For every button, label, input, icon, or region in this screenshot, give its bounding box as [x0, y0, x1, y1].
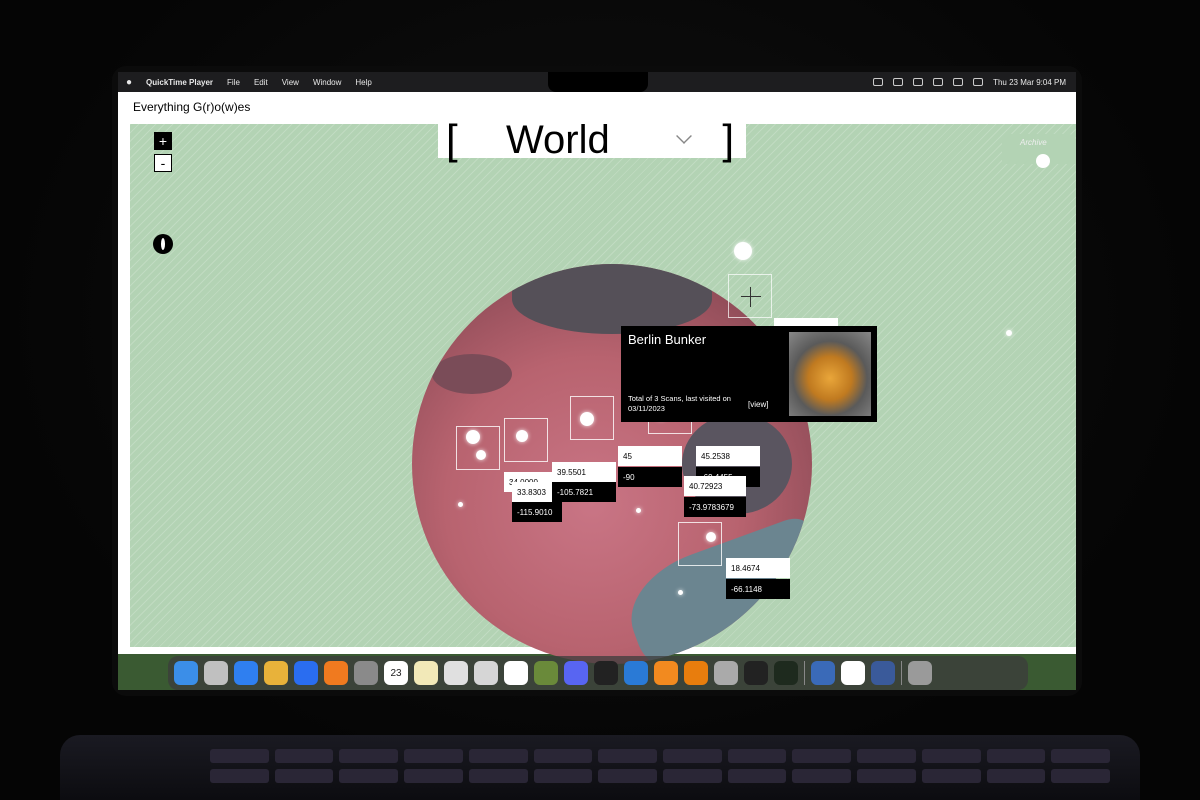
bracket-left: [ [446, 116, 458, 163]
popup-view-link[interactable]: [view] [748, 400, 768, 409]
safari-icon[interactable] [234, 661, 258, 685]
latitude-label: 45 [618, 446, 682, 466]
scan-marker[interactable] [466, 430, 480, 444]
menu-status-area: Thu 23 Mar 9:04 PM [873, 72, 1066, 92]
laptop: ● QuickTime Player File Edit View Window… [0, 0, 1200, 800]
activity-icon[interactable] [774, 661, 798, 685]
finder-icon[interactable] [174, 661, 198, 685]
settings-icon[interactable] [354, 661, 378, 685]
archive-marker[interactable] [1036, 154, 1050, 168]
longitude-label: -73.9783679 [684, 497, 746, 517]
scan-marker[interactable] [580, 412, 594, 426]
dock-separator [804, 661, 805, 685]
notion-icon[interactable] [504, 661, 528, 685]
app-window: Everything G(r)o(w)es + - 33.8303 -115.9… [118, 92, 1076, 664]
scan-marker[interactable] [636, 508, 641, 513]
longitude-label: -105.7821 [552, 482, 616, 502]
menu-clock[interactable]: Thu 23 Mar 9:04 PM [993, 78, 1066, 87]
world-label[interactable]: World [506, 118, 610, 163]
scan-marker[interactable] [706, 532, 716, 542]
marker-cluster[interactable] [678, 522, 722, 566]
quicktime-icon[interactable] [871, 661, 895, 685]
github-icon[interactable] [594, 661, 618, 685]
slack-icon[interactable] [841, 661, 865, 685]
blender-icon[interactable] [684, 661, 708, 685]
latitude-label: 40.72923 [684, 476, 746, 496]
launchpad-icon[interactable] [204, 661, 228, 685]
trash-icon[interactable] [908, 661, 932, 685]
menu-view[interactable]: View [282, 78, 299, 87]
key-row [210, 749, 1111, 763]
terminal-icon[interactable] [744, 661, 768, 685]
scan-marker[interactable] [734, 242, 752, 260]
battery-icon[interactable] [933, 78, 944, 86]
badge-icon[interactable] [714, 661, 738, 685]
chevron-down-icon[interactable] [676, 128, 692, 144]
notes-icon[interactable] [414, 661, 438, 685]
latitude-label: 39.5501 [552, 462, 616, 482]
latitude-label: 18.4674 [726, 558, 790, 578]
testflight-icon[interactable] [294, 661, 318, 685]
scan-marker[interactable] [458, 502, 463, 507]
menu-app-name[interactable]: QuickTime Player [146, 78, 213, 87]
status-icon[interactable] [893, 78, 904, 86]
scan-thumbnail[interactable] [789, 332, 871, 416]
latitude-label: 45.2538 [696, 446, 760, 466]
scan-marker[interactable] [678, 590, 683, 595]
bracket-right: ] [722, 116, 734, 163]
popup-title: Berlin Bunker [628, 332, 707, 347]
status-icon[interactable] [873, 78, 884, 86]
vscode-icon[interactable] [624, 661, 648, 685]
scan-marker[interactable] [476, 450, 486, 460]
scan-marker[interactable] [516, 430, 528, 442]
site-title[interactable]: Everything G(r)o(w)es [133, 100, 250, 114]
chrome-icon[interactable] [264, 661, 288, 685]
screenshot-icon[interactable] [534, 661, 558, 685]
discord-icon[interactable] [564, 661, 588, 685]
dock-separator [901, 661, 902, 685]
dock: 23 [168, 656, 1028, 690]
camera-notch [548, 72, 648, 92]
longitude-label: -90 [618, 467, 682, 487]
pencil-icon[interactable] [444, 661, 468, 685]
font-book-icon[interactable] [474, 661, 498, 685]
terrain-region [432, 354, 512, 394]
crosshair-icon[interactable] [728, 274, 772, 318]
apple-icon[interactable]: ● [126, 77, 132, 88]
key-row [210, 769, 1111, 783]
calendar-icon[interactable]: 23 [384, 661, 408, 685]
world-selector[interactable]: [ World ] [438, 114, 746, 163]
popup-description: Total of 3 Scans, last visited on 03/11/… [628, 394, 731, 413]
menu-help[interactable]: Help [355, 78, 371, 87]
map-canvas[interactable]: + - 33.8303 -115.9010 39.5501 -105.7821 … [130, 124, 1076, 664]
longitude-label: -66.1148 [726, 579, 790, 599]
firefox-icon[interactable] [324, 661, 348, 685]
search-icon[interactable] [973, 78, 984, 86]
screen: ● QuickTime Player File Edit View Window… [118, 72, 1076, 690]
status-icon[interactable] [913, 78, 924, 86]
preview-icon[interactable] [811, 661, 835, 685]
scan-marker[interactable] [1006, 330, 1012, 336]
zoom-out-button[interactable]: - [154, 154, 172, 172]
longitude-label: -115.9010 [512, 502, 562, 522]
terrain-region [512, 264, 712, 334]
sublime-icon[interactable] [654, 661, 678, 685]
menu-file[interactable]: File [227, 78, 240, 87]
compass-icon[interactable] [153, 234, 173, 254]
zoom-in-button[interactable]: + [154, 132, 172, 150]
wifi-icon[interactable] [953, 78, 964, 86]
keyboard [60, 735, 1140, 800]
menu-edit[interactable]: Edit [254, 78, 268, 87]
location-popup[interactable]: Berlin Bunker Total of 3 Scans, last vis… [621, 326, 877, 422]
menu-window[interactable]: Window [313, 78, 341, 87]
archive-label[interactable]: Archive [1020, 138, 1047, 147]
